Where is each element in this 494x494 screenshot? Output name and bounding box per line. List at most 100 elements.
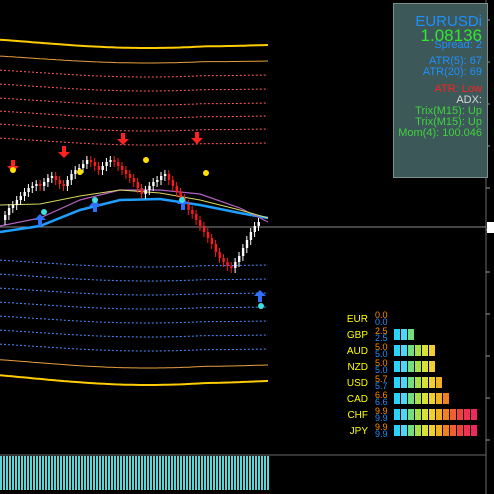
strength-segment <box>450 425 456 436</box>
candle-body <box>191 210 194 214</box>
candle-body <box>206 232 210 238</box>
candle-body <box>74 170 77 174</box>
histogram-bar <box>234 456 236 490</box>
histogram-bar <box>111 456 113 490</box>
histogram-bar <box>81 456 83 490</box>
strength-segment <box>394 425 400 436</box>
histogram-bar <box>174 456 176 490</box>
current-price-marker <box>487 222 494 233</box>
strength-segment <box>394 329 400 340</box>
strength-segment <box>401 345 407 356</box>
buy-arrow-icon <box>254 290 266 302</box>
envelope-band-top <box>0 97 269 106</box>
candle-body <box>117 162 120 166</box>
histogram-bar <box>48 456 50 490</box>
candle-body <box>241 248 245 256</box>
candle-body <box>62 184 65 186</box>
strength-segment <box>429 393 435 404</box>
strength-segment <box>422 377 428 388</box>
currency-name: NZD <box>347 362 368 373</box>
histogram-bar <box>66 456 68 490</box>
envelope-band-bottom <box>0 301 269 310</box>
histogram-bar <box>183 456 185 490</box>
candle-body <box>39 184 42 186</box>
strength-segment <box>401 377 407 388</box>
candle-body <box>128 174 132 178</box>
chart-window[interactable]: { "symbol": "EURUSDi", "bid": "1.08136",… <box>0 0 494 494</box>
histogram-bar <box>42 456 44 490</box>
candle-body <box>121 166 124 170</box>
histogram-bar <box>96 456 98 490</box>
histogram-bar <box>198 456 200 490</box>
strength-row-nzd: NZD 5.0 5.0 <box>330 358 480 375</box>
candle-body <box>156 180 159 182</box>
candle-body <box>31 186 34 188</box>
histogram-bar <box>129 456 131 490</box>
histogram-bar <box>78 456 80 490</box>
candle-body <box>7 208 11 215</box>
strength-segment <box>408 425 414 436</box>
candle-body <box>160 176 163 180</box>
candle-body <box>70 174 73 180</box>
strength-row-usd: USD 5.7 5.7 <box>330 374 480 391</box>
strength-segment <box>394 409 400 420</box>
histogram-bar <box>138 456 140 490</box>
histogram-bar <box>204 456 206 490</box>
candle-body <box>167 174 171 180</box>
candle-body <box>140 188 143 194</box>
envelope-band-bottom <box>0 315 269 324</box>
histogram-bar <box>246 456 248 490</box>
candle-body <box>82 164 85 168</box>
histogram-bar <box>84 456 86 490</box>
histogram-bar <box>120 456 122 490</box>
histogram-bar <box>9 456 11 490</box>
histogram-bar <box>6 456 8 490</box>
histogram-bar <box>21 456 23 490</box>
strength-row-eur: EUR 0.0 0.0 <box>330 310 480 327</box>
strength-segment <box>408 377 414 388</box>
strength-segment <box>408 393 414 404</box>
candle-body <box>210 238 214 244</box>
histogram-bar <box>261 456 263 490</box>
histogram-bar <box>186 456 188 490</box>
histogram-bar <box>135 456 137 490</box>
candle-body <box>226 262 229 266</box>
histogram-bar <box>12 456 14 490</box>
sell-arrow-icon <box>117 133 129 145</box>
histogram-bar <box>231 456 233 490</box>
candle-body <box>89 160 93 162</box>
candle-body <box>93 162 97 166</box>
strength-segment <box>408 409 414 420</box>
strength-segment <box>422 393 428 404</box>
strength-segment <box>401 329 407 340</box>
strength-segment <box>429 361 435 372</box>
histogram-bar <box>225 456 227 490</box>
histogram-bar <box>39 456 41 490</box>
candle-body <box>144 190 147 194</box>
sell-arrow-icon <box>58 146 70 158</box>
strength-segment <box>464 409 470 420</box>
info-panel: EURUSDi 1.08136 Spread: 2 ATR(5): 67 ATR… <box>393 3 488 178</box>
strength-segment <box>415 377 421 388</box>
candle-body <box>214 244 217 252</box>
histogram-bar <box>195 456 197 490</box>
strength-segment <box>443 425 449 436</box>
histogram-bar <box>51 456 53 490</box>
strength-segment <box>443 393 449 404</box>
envelope-band-top-2 <box>0 55 269 64</box>
candle-body <box>187 204 190 210</box>
histogram-bar <box>75 456 77 490</box>
histogram-bar <box>153 456 155 490</box>
histogram-bar <box>237 456 239 490</box>
strength-segment <box>401 393 407 404</box>
currency-name: EUR <box>346 314 368 325</box>
envelope-band-top <box>0 110 269 119</box>
momentum-label: Mom(4): 100.046 <box>398 127 482 139</box>
histogram-bar <box>45 456 47 490</box>
histogram-bar <box>150 456 152 490</box>
strength-segment <box>415 361 421 372</box>
signal-dot-icon <box>41 209 47 215</box>
histogram-bar <box>264 456 266 490</box>
histogram-bar <box>252 456 254 490</box>
histogram-bar <box>201 456 203 490</box>
